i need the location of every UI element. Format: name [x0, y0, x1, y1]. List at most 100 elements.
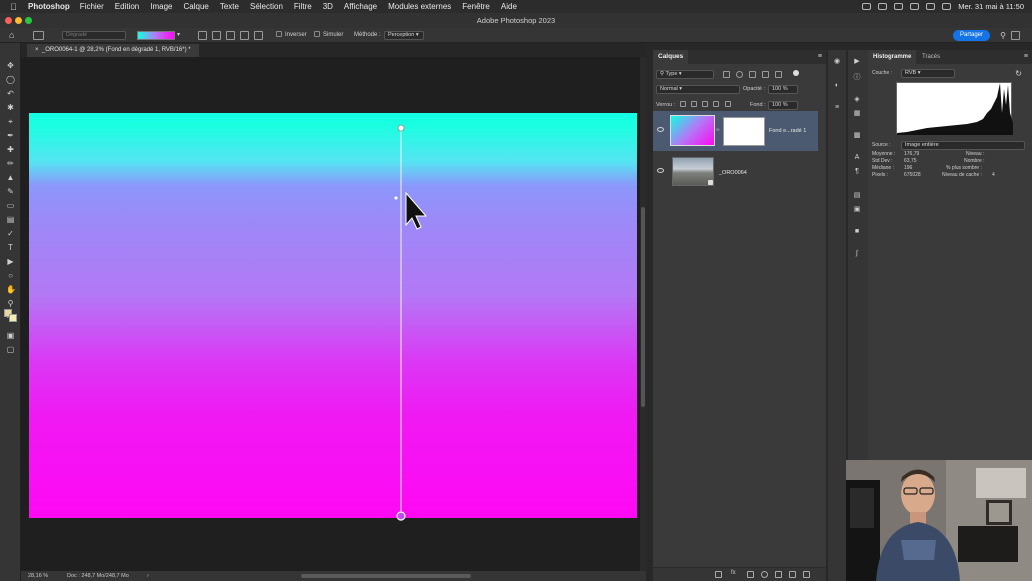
bluetooth-icon[interactable] — [878, 3, 888, 10]
vertical-scrollbar[interactable] — [640, 57, 646, 571]
layer-name[interactable]: Fond e...radé 1 — [769, 128, 806, 134]
filter-adjustment-icon[interactable] — [736, 71, 743, 78]
minimize-window-icon[interactable] — [15, 17, 22, 24]
lock-pixels-icon[interactable] — [691, 101, 697, 107]
menu-app-name[interactable]: Photoshop — [28, 2, 70, 11]
info-icon[interactable]: ⓘ — [853, 74, 861, 82]
zoom-tool-icon[interactable]: ⚲ — [6, 299, 15, 308]
brush-tool-icon[interactable]: ✏ — [6, 159, 15, 168]
quick-select-tool-icon[interactable]: ✱ — [6, 103, 15, 112]
battery-icon[interactable] — [894, 3, 904, 10]
crop-tool-icon[interactable]: ⌖ — [6, 117, 15, 126]
healing-tool-icon[interactable]: ✚ — [6, 145, 15, 154]
doc-size-info[interactable]: Doc : 248,7 Mo/248,7 Mo — [67, 571, 129, 581]
path-select-tool-icon[interactable]: ▶ — [6, 257, 15, 266]
menu-image[interactable]: Image — [150, 2, 172, 11]
learn-icon[interactable]: ◉ — [833, 58, 841, 66]
menu-affichage[interactable]: Affichage — [344, 2, 377, 11]
new-layer-icon[interactable] — [789, 571, 796, 578]
menu-modules-externes[interactable]: Modules externes — [388, 2, 451, 11]
timeline-icon[interactable]: ∫ — [853, 250, 861, 258]
gradient-swatch[interactable] — [137, 31, 175, 40]
gradient-midpoint-handle[interactable] — [394, 196, 398, 200]
properties-icon[interactable]: ≡ — [833, 104, 841, 112]
color-icon[interactable]: ◈ — [853, 96, 861, 104]
notes-icon[interactable]: ▣ — [853, 206, 861, 214]
inverser-checkbox[interactable]: Inverser — [276, 28, 307, 43]
control-center-icon[interactable] — [942, 3, 952, 10]
marquee-tool-icon[interactable]: ◯ — [6, 75, 15, 84]
filter-shape-icon[interactable] — [762, 71, 769, 78]
layer-style-fx-icon[interactable]: fx — [731, 570, 736, 576]
type-tool-icon[interactable]: T — [6, 243, 15, 252]
filter-smart-object-icon[interactable] — [775, 71, 782, 78]
menu-fichier[interactable]: Fichier — [80, 2, 104, 11]
paragraph-icon[interactable]: ¶ — [853, 168, 861, 176]
actions-play-icon[interactable]: ▶ — [853, 58, 861, 66]
swatches-icon[interactable]: ▦ — [853, 110, 861, 118]
layers-panel-title[interactable]: Calques — [653, 50, 689, 64]
libraries-icon[interactable]: ▩ — [853, 132, 861, 140]
link-layers-icon[interactable] — [715, 571, 722, 578]
search-icon[interactable]: ⚲ — [1000, 28, 1006, 43]
opacity-field[interactable]: 100 % — [768, 85, 798, 94]
layer-mask-thumbnail[interactable] — [723, 117, 765, 146]
zoom-window-icon[interactable] — [25, 17, 32, 24]
menu-calque[interactable]: Calque — [184, 2, 209, 11]
panel-menu-icon[interactable]: ≡ — [818, 50, 822, 64]
document-tab[interactable]: × _ORO0064-1 @ 28,2% (Fond en dégradé 1,… — [27, 44, 199, 57]
menubar-datetime[interactable]: Mer. 31 mai à 11:50 — [958, 2, 1024, 11]
background-color-swatch[interactable] — [9, 314, 17, 322]
glyphs-icon[interactable]: ▤ — [853, 192, 861, 200]
apple-icon[interactable]:  — [10, 2, 20, 12]
canvas-area[interactable] — [21, 57, 646, 571]
linear-gradient-icon[interactable] — [198, 31, 207, 40]
brushes-icon[interactable]: ■ — [853, 228, 861, 236]
zoom-readout[interactable]: 28,16 % — [28, 571, 48, 581]
link-icon[interactable]: ∞ — [716, 127, 720, 133]
menu-3d[interactable]: 3D — [323, 2, 333, 11]
close-window-icon[interactable] — [5, 17, 12, 24]
simuler-checkbox[interactable]: Simuler — [314, 28, 343, 43]
fill-field[interactable]: 100 % — [768, 101, 798, 110]
lock-position-icon[interactable] — [702, 101, 708, 107]
tool-preset-icon[interactable] — [33, 31, 44, 40]
menu-selection[interactable]: Sélection — [250, 2, 283, 11]
filter-type-icon[interactable] — [749, 71, 756, 78]
adjustments-icon[interactable]: ◐ — [833, 82, 841, 90]
menu-aide[interactable]: Aide — [501, 2, 517, 11]
creative-cloud-icon[interactable] — [862, 3, 872, 10]
close-tab-icon[interactable]: × — [35, 47, 39, 53]
gradient-start-handle[interactable] — [397, 124, 405, 132]
search-icon[interactable] — [926, 3, 936, 10]
home-icon[interactable]: ⌂ — [9, 28, 14, 43]
status-menu-icon[interactable]: › — [147, 571, 149, 581]
layer-row-gradient-fill[interactable]: ∞ Fond e...radé 1 — [653, 111, 818, 151]
menu-texte[interactable]: Texte — [220, 2, 239, 11]
eraser-tool-icon[interactable]: ▭ — [6, 201, 15, 210]
channel-select[interactable]: RVB ▾ — [901, 69, 955, 78]
hand-tool-icon[interactable]: ✋ — [6, 285, 16, 294]
character-icon[interactable]: A — [853, 154, 861, 162]
layer-visibility-eye-icon[interactable] — [657, 168, 664, 173]
quick-mask-icon[interactable]: ▣ — [6, 331, 15, 340]
layer-filter-select[interactable]: ⚲ Type ▾ — [656, 70, 714, 79]
lasso-tool-icon[interactable]: ↶ — [6, 89, 15, 98]
layer-row-photo[interactable]: _ORO0064 — [653, 152, 818, 192]
new-adjustment-layer-icon[interactable] — [761, 571, 768, 578]
eyedropper-tool-icon[interactable]: ✒ — [6, 131, 15, 140]
share-button[interactable]: Partager — [953, 30, 990, 41]
new-group-icon[interactable] — [775, 571, 782, 578]
menu-edition[interactable]: Edition — [115, 2, 139, 11]
screen-mode-icon[interactable]: ▢ — [6, 345, 15, 354]
gradient-preset-field[interactable]: Dégradé — [62, 31, 126, 40]
history-brush-tool-icon[interactable]: ✎ — [6, 187, 15, 196]
source-select[interactable]: Image entière — [901, 141, 1025, 150]
blend-mode-select[interactable]: Normal ▾ — [656, 85, 740, 94]
vertical-scrollbar-thumb[interactable] — [641, 207, 645, 407]
add-mask-icon[interactable] — [747, 571, 754, 578]
angle-gradient-icon[interactable] — [226, 31, 235, 40]
delete-layer-icon[interactable] — [803, 571, 810, 578]
panel-menu-icon[interactable]: ≡ — [1024, 50, 1028, 64]
menu-fenetre[interactable]: Fenêtre — [462, 2, 490, 11]
